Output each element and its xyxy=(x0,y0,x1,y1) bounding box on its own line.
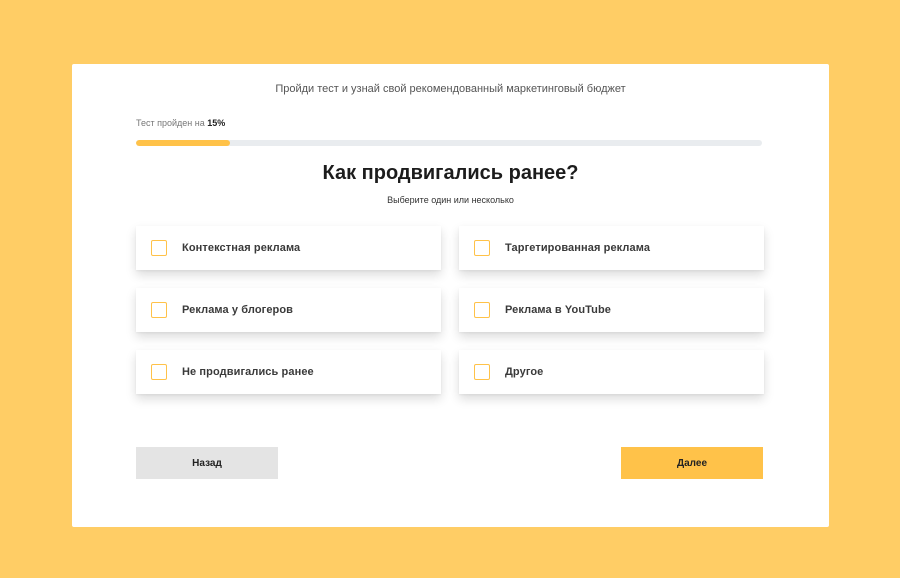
question-hint: Выберите один или несколько xyxy=(387,195,514,205)
quiz-subtitle: Пройди тест и узнай свой рекомендованный… xyxy=(275,83,626,95)
option-blogger-ads[interactable]: Реклама у блогеров xyxy=(136,288,441,332)
options-grid: Контекстная реклама Таргетированная рекл… xyxy=(136,226,764,394)
option-context-ads[interactable]: Контекстная реклама xyxy=(136,226,441,270)
progress-value: 15% xyxy=(207,118,226,128)
back-button[interactable]: Назад xyxy=(136,447,278,479)
option-label: Контекстная реклама xyxy=(182,242,301,254)
option-label: Другое xyxy=(505,366,544,378)
checkbox-icon[interactable] xyxy=(474,302,490,318)
option-no-promotion[interactable]: Не продвигались ранее xyxy=(136,350,441,394)
progress-label-text: Тест пройден на xyxy=(136,118,205,128)
checkbox-icon[interactable] xyxy=(474,240,490,256)
next-button[interactable]: Далее xyxy=(621,447,763,479)
option-other[interactable]: Другое xyxy=(459,350,764,394)
option-youtube-ads[interactable]: Реклама в YouTube xyxy=(459,288,764,332)
quiz-card: Пройди тест и узнай свой рекомендованный… xyxy=(72,64,829,527)
option-label: Не продвигались ранее xyxy=(182,366,314,378)
option-label: Таргетированная реклама xyxy=(505,242,651,254)
progress-bar-fill xyxy=(136,140,230,146)
checkbox-icon[interactable] xyxy=(151,364,167,380)
checkbox-icon[interactable] xyxy=(474,364,490,380)
checkbox-icon[interactable] xyxy=(151,240,167,256)
progress-bar xyxy=(136,140,762,146)
option-label: Реклама в YouTube xyxy=(505,304,612,316)
checkbox-icon[interactable] xyxy=(151,302,167,318)
option-label: Реклама у блогеров xyxy=(182,304,294,316)
progress-label: Тест пройден на 15% xyxy=(136,118,225,128)
question-title: Как продвигались ранее? xyxy=(322,162,579,184)
option-targeted-ads[interactable]: Таргетированная реклама xyxy=(459,226,764,270)
